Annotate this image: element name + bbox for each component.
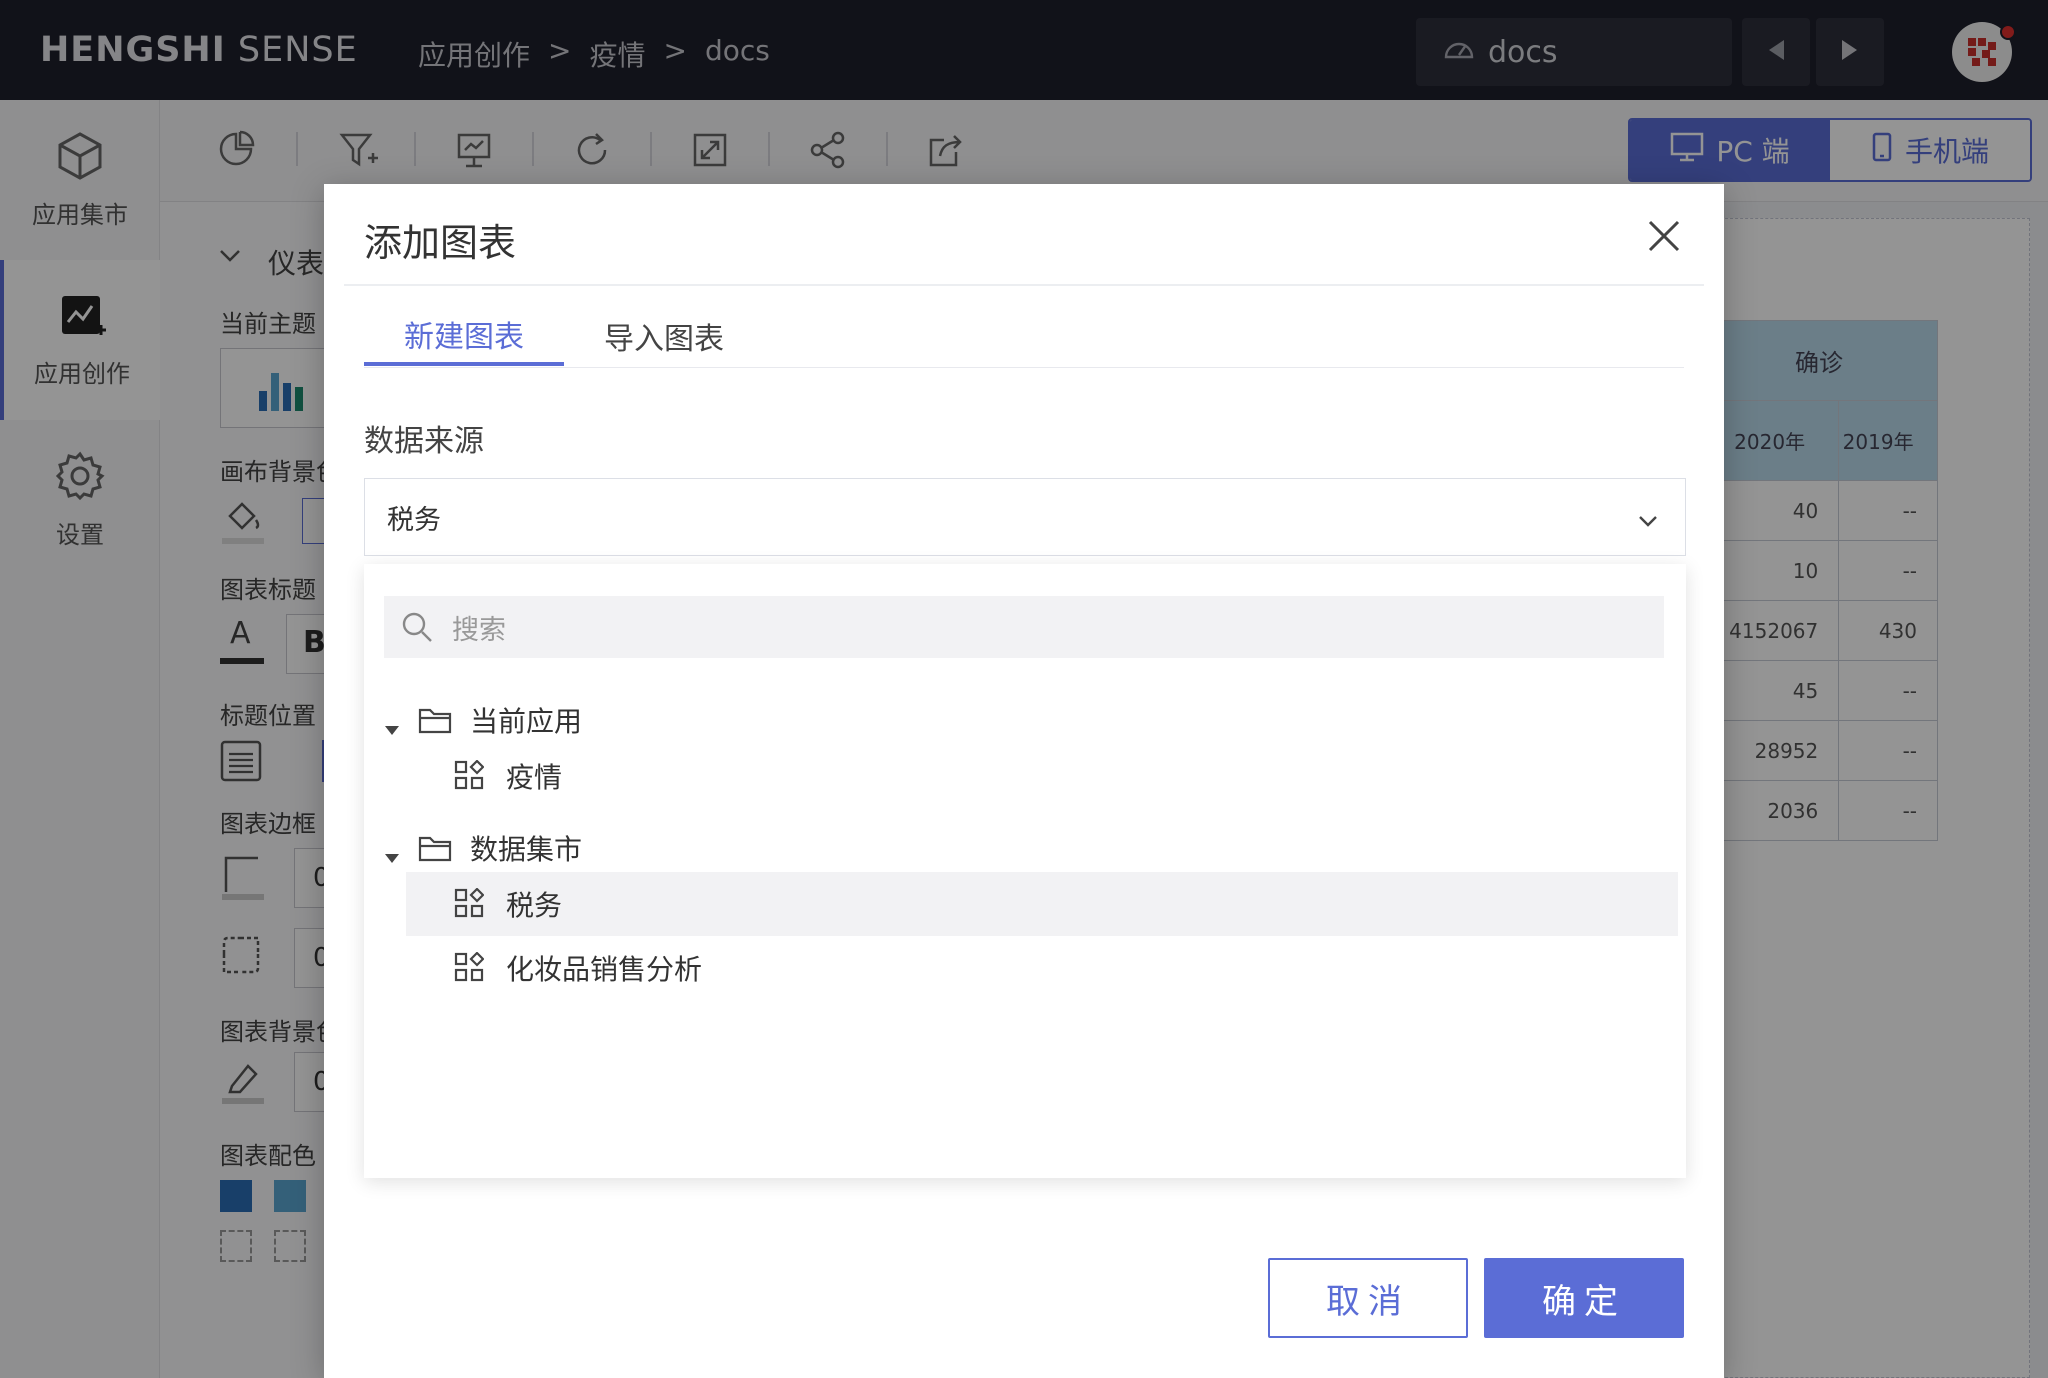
cancel-button[interactable]: 取消	[1268, 1258, 1468, 1338]
header-divider	[344, 284, 1704, 286]
tab-divider	[364, 367, 1684, 368]
folder-icon	[418, 704, 452, 741]
tree-item-epidemic[interactable]: 疫情	[364, 744, 1686, 808]
data-source-dropdown: 搜索 当前应用 疫情 数据集市 税务 化妆品销售分析	[364, 564, 1686, 1178]
search-icon	[400, 610, 434, 651]
caret-down-icon	[384, 710, 400, 743]
tree-item-tax[interactable]: 税务	[406, 872, 1678, 936]
add-chart-dialog: 添加图表 新建图表 导入图表 数据来源 税务 搜索 当前应用 疫情 数据集市 税…	[324, 184, 1724, 1378]
dataset-icon	[454, 887, 485, 925]
folder-icon	[418, 832, 452, 869]
chevron-down-icon	[1637, 505, 1659, 536]
confirm-button[interactable]: 确定	[1484, 1258, 1684, 1338]
dialog-title: 添加图表	[364, 221, 517, 265]
close-icon	[1642, 220, 1686, 262]
tree-item-cosmetics[interactable]: 化妆品销售分析	[364, 936, 1686, 1000]
dataset-icon	[454, 759, 485, 797]
tree-folder-label: 数据集市	[470, 833, 583, 866]
tree-folder-data-mart[interactable]: 数据集市	[364, 816, 1686, 880]
close-button[interactable]	[1642, 214, 1686, 258]
tab-new-chart[interactable]: 新建图表	[364, 306, 564, 366]
tree-item-label: 疫情	[506, 761, 563, 794]
dataset-icon	[454, 951, 485, 989]
tree-item-label: 化妆品销售分析	[506, 953, 703, 986]
tree-folder-current-app[interactable]: 当前应用	[364, 688, 1686, 752]
data-source-select[interactable]: 税务	[364, 478, 1686, 556]
tree-folder-label: 当前应用	[470, 705, 583, 738]
caret-down-icon	[384, 838, 400, 871]
data-source-value: 税务	[387, 504, 441, 536]
search-placeholder: 搜索	[452, 614, 506, 646]
data-source-label: 数据来源	[364, 424, 484, 459]
tree-item-label: 税务	[506, 889, 563, 922]
dropdown-search[interactable]: 搜索	[384, 596, 1664, 658]
tab-import-chart[interactable]: 导入图表	[564, 306, 764, 366]
